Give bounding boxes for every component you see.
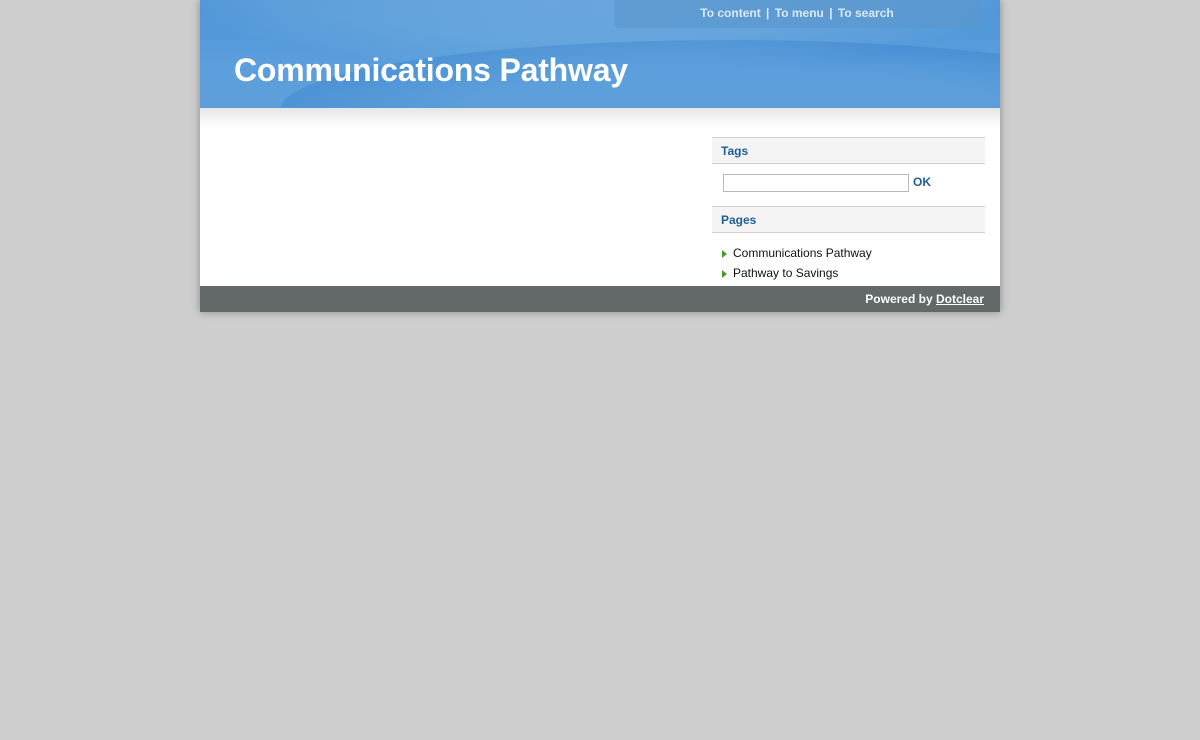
- to-content-link[interactable]: To content: [700, 6, 760, 20]
- tags-search-input[interactable]: [723, 174, 909, 192]
- to-search-link[interactable]: To search: [838, 6, 894, 20]
- pages-list: Communications Pathway Pathway to Saving…: [712, 233, 985, 284]
- skip-link-separator: |: [829, 6, 833, 20]
- arrow-right-icon: [722, 270, 727, 278]
- site-footer: Powered by Dotclear: [200, 286, 1000, 312]
- page-link-communications-pathway[interactable]: Communications Pathway: [733, 246, 872, 260]
- list-item: Pathway to Savings: [712, 264, 985, 284]
- tags-ok-button[interactable]: OK: [913, 175, 931, 189]
- to-menu-link[interactable]: To menu: [775, 6, 824, 20]
- skip-link-separator: |: [766, 6, 770, 20]
- sidebar: Tags OK Pages Communications Pathway Pat…: [712, 137, 985, 284]
- page-link-pathway-to-savings[interactable]: Pathway to Savings: [733, 266, 838, 280]
- arrow-right-icon: [722, 250, 727, 258]
- page-container: To content | To menu | To search Communi…: [200, 0, 1000, 312]
- header-shadow: [200, 108, 1000, 128]
- tags-widget-title: Tags: [712, 137, 985, 164]
- pages-widget-title: Pages: [712, 206, 985, 233]
- tags-search-form: OK: [712, 164, 985, 206]
- dotclear-link[interactable]: Dotclear: [936, 292, 984, 306]
- site-title[interactable]: Communications Pathway: [234, 52, 628, 89]
- powered-by-text: Powered by: [865, 292, 936, 306]
- list-item: Communications Pathway: [712, 244, 985, 264]
- site-header: To content | To menu | To search Communi…: [200, 0, 1000, 108]
- skip-links-bar: To content | To menu | To search: [614, 0, 980, 28]
